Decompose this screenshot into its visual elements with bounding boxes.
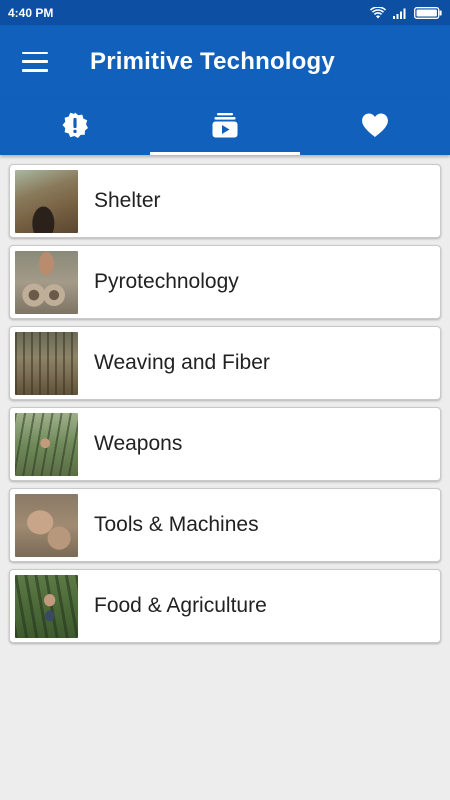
heart-icon [362,113,388,137]
status-icons [370,6,442,19]
video-library-icon [212,112,238,137]
category-card-tools[interactable]: Tools & Machines [9,488,441,562]
tab-favorites[interactable] [300,98,450,155]
app-bar: Primitive Technology [0,25,450,98]
wifi-icon [370,6,386,18]
category-label: Tools & Machines [94,513,259,536]
hamburger-menu-icon[interactable] [22,51,48,72]
category-card-weaving[interactable]: Weaving and Fiber [9,326,441,400]
category-label: Food & Agriculture [94,594,267,617]
category-card-food[interactable]: Food & Agriculture [9,569,441,643]
tools-thumbnail [15,493,78,557]
signal-icon [393,8,406,19]
category-label: Weapons [94,432,183,455]
weapons-thumbnail [15,412,78,476]
status-bar: 4:40 PM [0,0,450,25]
tab-alerts[interactable] [0,98,150,155]
app-title: Primitive Technology [90,47,335,75]
category-card-pyrotechnology[interactable]: Pyrotechnology [9,245,441,319]
weaving-thumbnail [15,331,78,395]
alert-badge-icon [62,112,88,138]
status-time: 4:40 PM [8,5,54,20]
battery-icon [414,6,442,19]
shelter-thumbnail [15,169,78,233]
tab-bar [0,98,450,155]
category-label: Shelter [94,189,161,212]
category-label: Pyrotechnology [94,270,239,293]
category-label: Weaving and Fiber [94,351,270,374]
tab-videos[interactable] [150,98,300,155]
category-list: Shelter Pyrotechnology Weaving and Fiber… [0,155,450,643]
category-card-weapons[interactable]: Weapons [9,407,441,481]
category-card-shelter[interactable]: Shelter [9,164,441,238]
pyrotechnology-thumbnail [15,250,78,314]
food-thumbnail [15,574,78,638]
